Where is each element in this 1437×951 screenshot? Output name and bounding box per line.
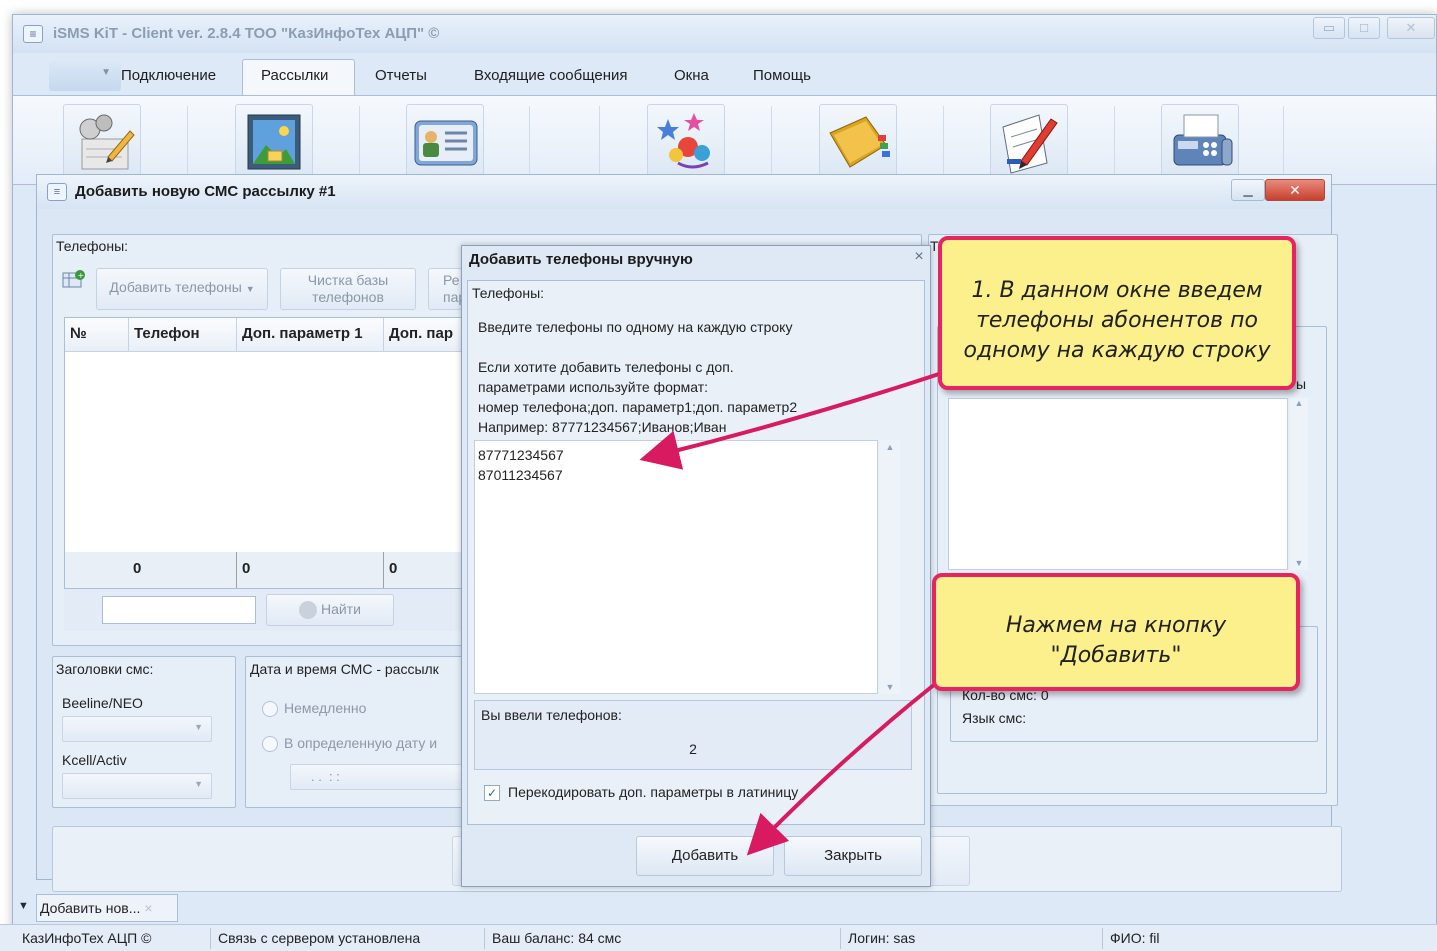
arrow-to-add-button bbox=[746, 682, 937, 856]
callout-press-add: Нажмем на кнопку "Добавить" bbox=[932, 573, 1300, 691]
callout-enter-phones: 1. В данном окне введем телефоны абонент… bbox=[938, 236, 1296, 390]
arrow-to-textarea bbox=[639, 370, 946, 470]
annotation-arrows bbox=[639, 370, 946, 856]
